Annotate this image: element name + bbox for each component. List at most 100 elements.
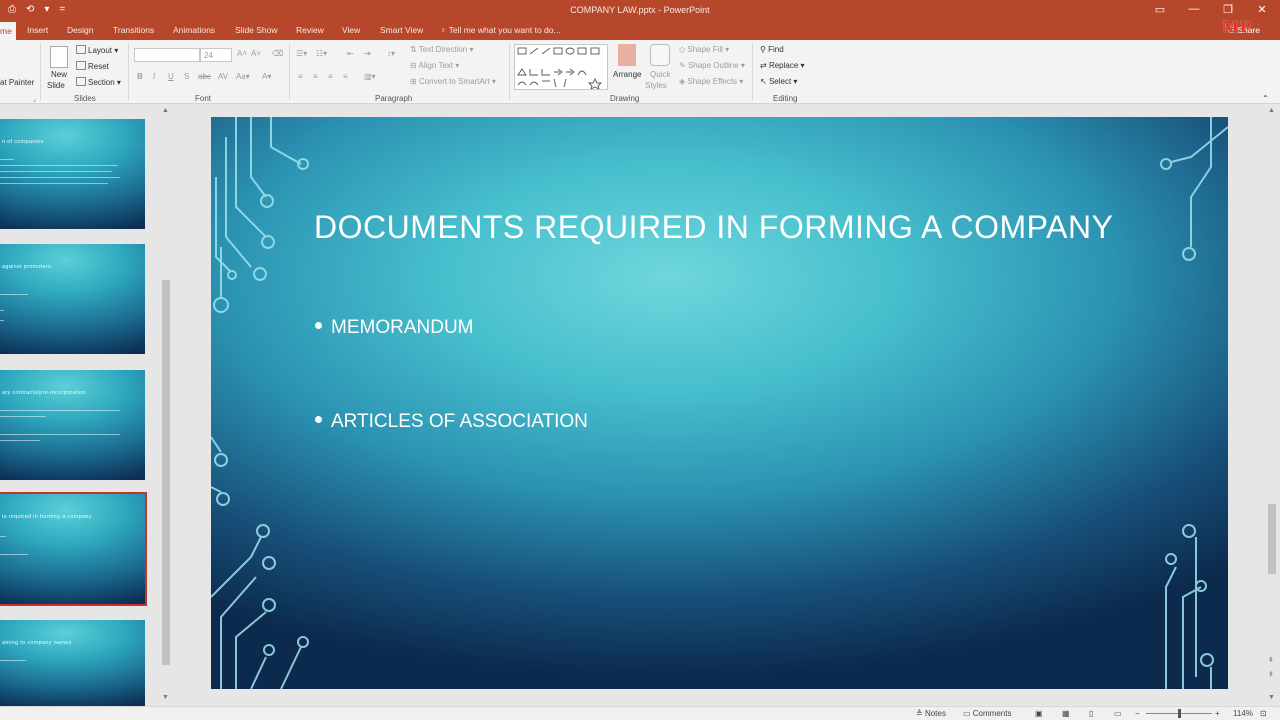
- change-case-icon[interactable]: Aa▾: [236, 72, 250, 81]
- shape-effects-button[interactable]: ◈ Shape Effects ▾: [679, 77, 743, 86]
- find-button[interactable]: ⚲ Find: [760, 45, 784, 54]
- comments-button[interactable]: ▭ Comments: [963, 709, 1011, 718]
- tab-view[interactable]: View: [342, 25, 360, 35]
- bold-icon[interactable]: B: [137, 72, 143, 81]
- slide-title[interactable]: DOCUMENTS REQUIRED IN FORMING A COMPANY: [314, 209, 1113, 246]
- fit-to-window-icon[interactable]: ⊡: [1260, 709, 1267, 718]
- italic-icon[interactable]: I: [153, 72, 155, 81]
- text-direction-button[interactable]: ⇅ Text Direction ▾: [410, 45, 474, 54]
- slide-sorter-icon[interactable]: ▦: [1062, 709, 1070, 718]
- bullet-item[interactable]: MEMORANDUM: [315, 317, 474, 339]
- new-slide-label-2[interactable]: Slide: [47, 81, 65, 90]
- shapes-gallery[interactable]: [514, 44, 608, 90]
- thumbnail-text-line: [0, 434, 120, 435]
- watermark-logo: MP: [1222, 18, 1252, 36]
- shape-fill-button[interactable]: ◇ Shape Fill ▾: [679, 45, 729, 54]
- arrange-icon[interactable]: [618, 44, 636, 66]
- arrange-button[interactable]: Arrange: [613, 70, 641, 79]
- previous-slide-icon[interactable]: ⇞: [1268, 656, 1274, 664]
- ribbon-display-icon[interactable]: ▭: [1154, 3, 1166, 16]
- align-center-icon[interactable]: ≡: [313, 72, 318, 81]
- columns-icon[interactable]: ▥▾: [364, 72, 376, 81]
- normal-view-icon[interactable]: ▣: [1035, 709, 1043, 718]
- quick-styles-icon[interactable]: [650, 44, 670, 66]
- font-size-input[interactable]: 24: [200, 48, 232, 62]
- font-name-input[interactable]: [134, 48, 200, 62]
- scroll-down-icon[interactable]: ▼: [162, 694, 169, 701]
- thumbnail-text-line: [0, 165, 118, 166]
- shadow-icon[interactable]: S: [184, 72, 189, 81]
- window-controls: ▭ — ❐ ✕: [1154, 3, 1268, 16]
- strikethrough-icon[interactable]: abc: [198, 72, 211, 81]
- new-slide-label[interactable]: New: [51, 70, 67, 79]
- slide-thumbnail[interactable]: ary contracts/pre-incorporation: [0, 370, 145, 480]
- increase-indent-icon[interactable]: ⇥: [364, 49, 371, 58]
- tab-review[interactable]: Review: [296, 25, 324, 35]
- bullets-icon[interactable]: ☰▾: [296, 49, 307, 58]
- scroll-up-icon[interactable]: ▲: [1268, 107, 1275, 114]
- thumbnail-title: against promoters: [2, 264, 52, 270]
- slide-show-icon[interactable]: ▭: [1114, 709, 1122, 718]
- format-painter-button[interactable]: at Painter: [0, 78, 34, 87]
- zoom-slider-knob[interactable]: [1178, 709, 1181, 718]
- restore-button[interactable]: ❐: [1222, 3, 1234, 16]
- tab-design[interactable]: Design: [67, 25, 93, 35]
- tab-transitions[interactable]: Transitions: [113, 25, 154, 35]
- align-left-icon[interactable]: ≡: [298, 72, 303, 81]
- slide-thumbnail[interactable]: against promoters: [0, 244, 145, 354]
- scroll-down-icon[interactable]: ▼: [1268, 694, 1275, 701]
- font-shrink-icon[interactable]: A˅: [251, 49, 261, 58]
- scrollbar-thumb[interactable]: [162, 280, 170, 665]
- quick-styles-label-2[interactable]: Styles: [645, 81, 667, 90]
- slide-thumbnail[interactable]: aining to company names: [0, 620, 145, 706]
- tab-insert[interactable]: Insert: [27, 25, 48, 35]
- close-button[interactable]: ✕: [1256, 3, 1268, 16]
- tab-slide-show[interactable]: Slide Show: [235, 25, 278, 35]
- select-button[interactable]: ↖ Select ▾: [760, 77, 797, 86]
- minimize-button[interactable]: —: [1188, 3, 1200, 16]
- zoom-in-icon[interactable]: +: [1215, 709, 1220, 718]
- numbering-icon[interactable]: ☷▾: [316, 49, 327, 58]
- slide-thumbnail[interactable]: n of companies: [0, 119, 145, 229]
- font-grow-icon[interactable]: A˄: [237, 49, 247, 58]
- comments-label: Comments: [972, 709, 1012, 718]
- line-spacing-icon[interactable]: ↕▾: [387, 49, 395, 58]
- bullet-item[interactable]: ARTICLES OF ASSOCIATION: [315, 411, 588, 433]
- lightbulb-icon: ♀: [440, 25, 449, 35]
- scrollbar-thumb[interactable]: [1268, 504, 1276, 574]
- zoom-level[interactable]: 114%: [1233, 709, 1253, 718]
- tab-smart-view[interactable]: Smart View: [380, 25, 423, 35]
- collapse-ribbon-icon[interactable]: ⌃: [1262, 94, 1269, 103]
- section-button[interactable]: Section ▾: [76, 77, 121, 87]
- notes-button[interactable]: ≜ Notes: [916, 709, 946, 718]
- reading-view-icon[interactable]: ▯: [1089, 709, 1093, 718]
- next-slide-icon[interactable]: ⇟: [1268, 670, 1274, 678]
- quick-styles-label[interactable]: Quick: [650, 70, 670, 79]
- layout-button[interactable]: Layout ▾: [76, 45, 118, 55]
- font-color-icon[interactable]: A▾: [262, 72, 271, 81]
- align-text-button[interactable]: ⊟ Align Text ▾: [410, 61, 459, 70]
- new-slide-icon[interactable]: [50, 46, 68, 68]
- clear-format-icon[interactable]: ⌫: [272, 49, 283, 58]
- divider: [128, 44, 129, 100]
- reset-button[interactable]: Reset: [76, 61, 109, 71]
- scroll-up-icon[interactable]: ▲: [162, 107, 169, 114]
- editor-scrollbar[interactable]: ▲ ⇞ ⇟ ▼: [1264, 104, 1280, 706]
- dialog-launcher-icon[interactable]: ⌟: [33, 96, 36, 103]
- thumbnails-scrollbar[interactable]: ▲ ▼: [160, 104, 172, 706]
- decrease-indent-icon[interactable]: ⇤: [347, 49, 354, 58]
- tell-me-box[interactable]: ♀ Tell me what you want to do...: [440, 25, 561, 35]
- slide-thumbnail-selected[interactable]: ts required in forming a company: [0, 492, 147, 606]
- align-right-icon[interactable]: ≡: [328, 72, 333, 81]
- justify-icon[interactable]: ≡: [343, 72, 348, 81]
- tab-home[interactable]: me: [0, 22, 16, 40]
- current-slide[interactable]: DOCUMENTS REQUIRED IN FORMING A COMPANY …: [211, 117, 1228, 689]
- underline-icon[interactable]: U: [168, 72, 174, 81]
- bullet-text: ARTICLES OF ASSOCIATION: [331, 411, 588, 432]
- zoom-out-icon[interactable]: −: [1135, 709, 1140, 718]
- char-spacing-icon[interactable]: AV: [218, 72, 228, 81]
- replace-button[interactable]: ⇄ Replace ▾: [760, 61, 805, 70]
- shape-outline-button[interactable]: ✎ Shape Outline ▾: [679, 61, 745, 70]
- convert-smartart-button[interactable]: ⊞ Convert to SmartArt ▾: [410, 77, 496, 86]
- tab-animations[interactable]: Animations: [173, 25, 215, 35]
